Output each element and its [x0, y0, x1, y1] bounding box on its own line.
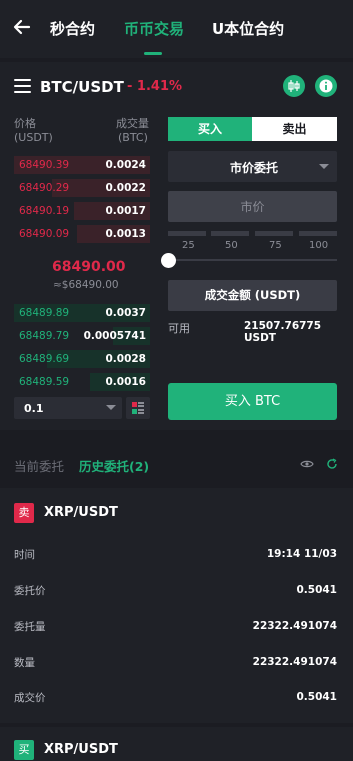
bid-row[interactable]: 68489.89 0.0037 — [14, 304, 150, 322]
percent-label[interactable]: 100 — [309, 240, 328, 251]
eye-icon[interactable] — [300, 459, 314, 469]
back-arrow-icon[interactable] — [12, 17, 32, 37]
order-type-select[interactable]: 市价委托 — [168, 151, 337, 182]
ask-row[interactable]: 68490.09 0.0013 — [14, 225, 150, 243]
order-type-value: 市价委托 — [230, 161, 279, 175]
ask-row[interactable]: 68490.19 0.0017 — [14, 202, 150, 220]
menu-icon[interactable] — [14, 79, 31, 93]
pair-title[interactable]: BTC/USDT — [40, 78, 124, 96]
precision-value: 0.1 — [24, 402, 44, 415]
tab-order-history[interactable]: 历史委托(2) — [79, 456, 149, 475]
field-label: 成交价 — [14, 692, 46, 704]
chevron-down-icon — [319, 164, 329, 169]
buy-tab[interactable]: 买入 — [168, 117, 252, 141]
amount-slider-track[interactable] — [168, 259, 337, 261]
field-label: 数量 — [14, 657, 35, 669]
percent-segment[interactable] — [211, 231, 249, 236]
active-tab-indicator — [144, 52, 162, 55]
amount-input[interactable]: 成交金额 (USDT) — [168, 280, 337, 311]
price-change: - 1.41% — [127, 79, 183, 94]
amount-slider-handle[interactable] — [161, 253, 176, 268]
percent-segment[interactable] — [299, 231, 337, 236]
chevron-down-icon — [106, 405, 116, 410]
price-input[interactable] — [168, 191, 337, 222]
refresh-icon[interactable] — [326, 458, 338, 470]
percent-segment[interactable] — [255, 231, 293, 236]
field-label: 委托价 — [14, 585, 46, 597]
field-value: 22322.491074 — [252, 620, 337, 632]
orderbook-layout-icon[interactable] — [126, 397, 150, 419]
price-header: 价格 — [14, 117, 36, 130]
sell-badge: 卖 — [14, 503, 34, 523]
order-card: 卖 XRP/USDT 时间 19:14 11/03 委托价 0.5041 委托量… — [0, 488, 353, 723]
bid-row[interactable]: 68489.59 0.0016 — [14, 373, 150, 391]
available-balance: 21507.76775 USDT — [244, 320, 322, 344]
qty-unit: (BTC) — [118, 131, 148, 144]
available-label: 可用 — [168, 322, 190, 335]
tab-usdt-futures[interactable]: U本位合约 — [212, 18, 284, 39]
field-label: 委托量 — [14, 621, 46, 633]
field-value: 19:14 11/03 — [266, 548, 337, 560]
field-value: 22322.491074 — [252, 656, 337, 668]
last-price: 68490.00 — [52, 259, 126, 275]
field-value: 0.5041 — [296, 584, 337, 596]
ask-row[interactable]: 68490.39 0.0024 — [14, 156, 150, 174]
qty-header: 成交量 — [116, 117, 149, 130]
field-value: 0.5041 — [296, 691, 337, 703]
bid-row[interactable]: 68489.79 0.0005741 — [14, 327, 150, 345]
tab-second-contract[interactable]: 秒合约 — [50, 18, 95, 39]
candlestick-chart-icon[interactable] — [283, 75, 305, 97]
info-icon[interactable] — [315, 75, 337, 97]
order-card: 买 XRP/USDT — [0, 727, 353, 761]
buy-badge: 买 — [14, 740, 34, 760]
order-pair: XRP/USDT — [44, 742, 118, 757]
percent-label[interactable]: 50 — [225, 240, 238, 251]
ask-row[interactable]: 68490.29 0.0022 — [14, 179, 150, 197]
order-pair: XRP/USDT — [44, 505, 118, 520]
tab-spot-trading[interactable]: 币币交易 — [124, 18, 184, 39]
last-price-usd: ≈$68490.00 — [53, 279, 119, 291]
tab-current-orders[interactable]: 当前委托 — [14, 456, 64, 475]
price-unit: (USDT) — [14, 131, 53, 144]
bid-row[interactable]: 68489.69 0.0028 — [14, 350, 150, 368]
sell-tab[interactable]: 卖出 — [252, 117, 337, 141]
precision-select[interactable]: 0.1 — [14, 397, 122, 419]
percent-label[interactable]: 25 — [182, 240, 195, 251]
percent-label[interactable]: 75 — [269, 240, 282, 251]
field-label: 时间 — [14, 549, 35, 561]
percent-segment[interactable] — [168, 231, 206, 236]
buy-btc-button[interactable]: 买入 BTC — [168, 383, 337, 420]
